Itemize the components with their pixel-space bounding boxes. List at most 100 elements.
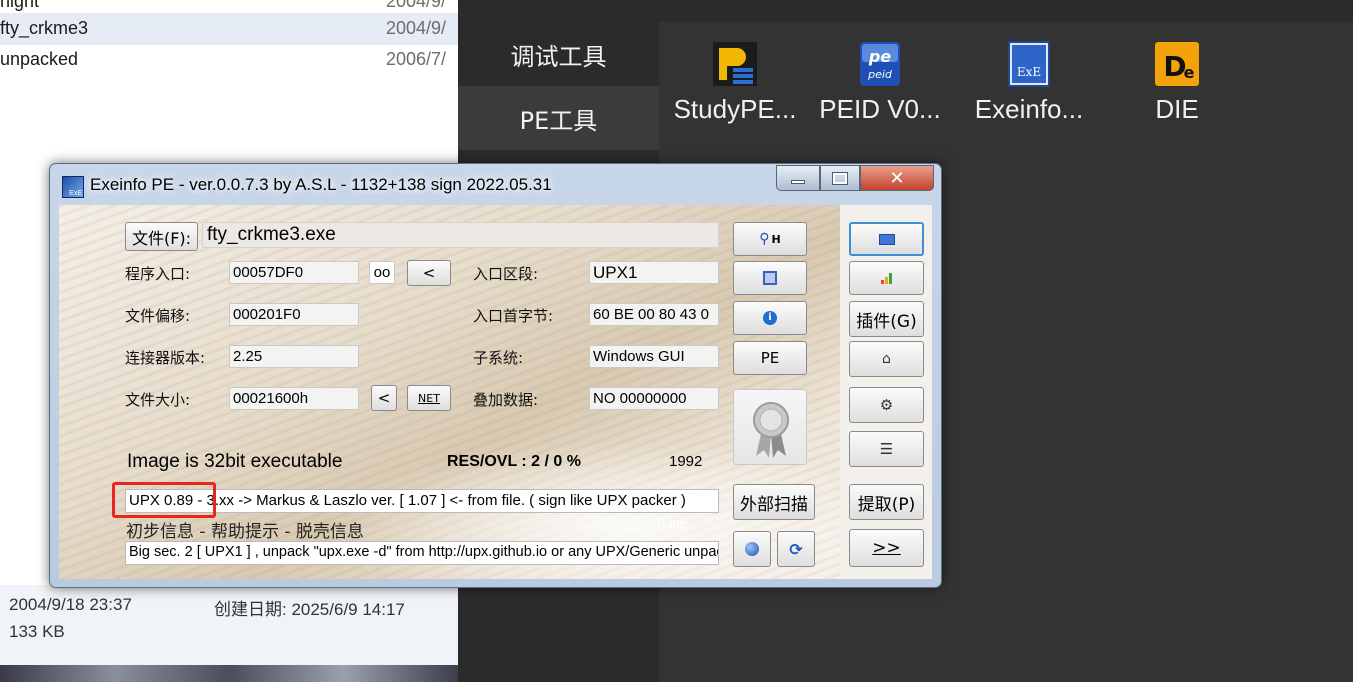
nav-item-pe-tools[interactable]: PE工具: [458, 86, 659, 150]
oo-field[interactable]: oo: [369, 261, 395, 284]
settings-button[interactable]: ⚙: [849, 387, 924, 423]
file-offset-label: 文件偏移:: [125, 307, 191, 325]
plugins-button[interactable]: 插件(G): [849, 301, 924, 337]
created-date: 创建日期: 2025/6/9 14:17: [214, 600, 405, 619]
file-open-button[interactable]: 文件(F):: [125, 222, 198, 251]
overlay-label: 叠加数据:: [473, 391, 539, 409]
tool-label: Exeinfo...: [974, 94, 1084, 124]
ep-section-field[interactable]: UPX1: [589, 261, 719, 284]
entry-point-label: 程序入口:: [125, 265, 191, 283]
refresh-button[interactable]: ⟳: [777, 531, 815, 567]
file-name: unpacked: [0, 49, 79, 69]
red-highlight-annotation: [112, 482, 216, 518]
tool-label: DIE: [1155, 94, 1199, 124]
first-bytes-field[interactable]: 60 BE 00 80 43 0: [589, 303, 719, 326]
entry-point-field[interactable]: 00057DF0: [229, 261, 359, 284]
tool-die[interactable]: D e DIE: [1107, 40, 1247, 140]
tool-exeinfo[interactable]: ExE Exeinfo...: [959, 40, 1099, 140]
info-button[interactable]: i: [733, 301, 807, 335]
ep-section-label: 入口区段:: [473, 265, 539, 283]
tool-label: StudyPE...: [673, 94, 797, 124]
nav-item-debug-tools[interactable]: 调试工具: [458, 22, 659, 86]
file-offset-field[interactable]: 000201F0: [229, 303, 359, 326]
tool-label: PEID V0...: [819, 94, 941, 124]
tool-studype[interactable]: StudyPE...: [665, 40, 805, 140]
open-file-button[interactable]: [849, 222, 924, 256]
peid-icon: pe peid: [860, 42, 900, 86]
details-bar: 2004/9/18 23:37 创建日期: 2025/6/9 14:17 133…: [0, 585, 458, 665]
file-row[interactable]: unpacked 2006/7/: [0, 44, 458, 76]
close-button[interactable]: ✕: [860, 165, 934, 191]
maximize-button[interactable]: [820, 165, 860, 191]
menu-button[interactable]: ☰: [849, 431, 924, 467]
statistics-button[interactable]: [849, 261, 924, 295]
search-button[interactable]: ⚲ H: [733, 222, 807, 256]
wallpaper-strip: [0, 665, 458, 682]
exeinfo-icon: ExE: [1008, 41, 1050, 87]
minimize-button[interactable]: [776, 165, 820, 191]
svg-text:e: e: [1184, 63, 1195, 82]
svg-text:pe: pe: [868, 47, 891, 66]
home-button[interactable]: ⌂: [849, 341, 924, 377]
award-ribbon-badge: [733, 389, 807, 465]
gear-icon: ⚙: [879, 396, 894, 414]
file-size-prev-button[interactable]: <: [371, 385, 397, 411]
subsystem-label: 子系统:: [473, 349, 524, 367]
svg-text:peid: peid: [867, 68, 893, 81]
file-name: night: [0, 0, 40, 11]
info-icon: i: [763, 311, 777, 325]
close-icon: ✕: [889, 167, 905, 189]
exeinfo-window: ExE Exeinfo PE - ver.0.0.7.3 by A.S.L - …: [49, 163, 942, 588]
maximize-icon: [832, 171, 848, 185]
launcher-top-bar: [458, 0, 1353, 22]
globe-icon: [745, 542, 759, 556]
studype-icon: [713, 42, 757, 86]
tool-peid[interactable]: pe peid PEID V0...: [810, 40, 950, 140]
web-button[interactable]: [733, 531, 771, 567]
window-title: Exeinfo PE - ver.0.0.7.3 by A.S.L - 1132…: [90, 175, 552, 194]
file-date: 2006/7/: [386, 49, 447, 69]
refresh-icon: ⟳: [789, 539, 803, 559]
ribbon-icon: [753, 402, 789, 458]
file-name: fty_crkme3: [0, 18, 89, 38]
search-button-label: H: [771, 232, 781, 246]
linker-version-label: 连接器版本:: [125, 349, 206, 367]
year-value: 1992: [669, 453, 703, 470]
file-date: 2004/9/: [386, 0, 447, 11]
file-size: 133 KB: [9, 622, 65, 641]
list-icon: ☰: [879, 440, 894, 458]
exeinfo-app-icon: ExE: [62, 176, 84, 198]
file-size-field[interactable]: 00021600h: [229, 387, 359, 410]
sections-icon: [763, 271, 777, 285]
entry-point-prev-button[interactable]: <: [407, 260, 451, 286]
bar-chart-icon: [881, 272, 892, 284]
file-path-field[interactable]: fty_crkme3.exe: [202, 222, 719, 248]
net-button[interactable]: NET: [407, 385, 451, 411]
overlay-field[interactable]: NO 00000000: [589, 387, 719, 410]
title-bar[interactable]: ExE Exeinfo PE - ver.0.0.7.3 by A.S.L - …: [50, 164, 941, 204]
status-text: Image is 32bit executable: [127, 451, 343, 472]
scan-time-text: 0 ms.: [658, 516, 690, 531]
res-ovl-value: RES/OVL : 2 / 0 %: [447, 453, 581, 470]
minimize-icon: [791, 180, 805, 184]
first-bytes-label: 入口首字节:: [473, 307, 554, 325]
pe-button[interactable]: PE: [733, 341, 807, 375]
home-icon: ⌂: [882, 351, 891, 367]
unpack-hint-field[interactable]: Big sec. 2 [ UPX1 ] , unpack "upx.exe -d…: [125, 541, 719, 565]
external-scan-button[interactable]: 外部扫描: [733, 484, 815, 520]
subsystem-field[interactable]: Windows GUI: [589, 345, 719, 368]
exeinfo-client-area: 文件(F): fty_crkme3.exe 程序入口: 00057DF0 oo …: [59, 205, 932, 579]
file-date: 2004/9/: [386, 18, 447, 38]
magnifier-icon: ⚲: [759, 231, 770, 247]
linker-version-field[interactable]: 2.25: [229, 345, 359, 368]
info-help-unpack-label: 初步信息 - 帮助提示 - 脱壳信息: [126, 522, 364, 542]
file-row-selected[interactable]: fty_crkme3 2004/9/: [0, 13, 458, 45]
modified-date: 2004/9/18 23:37: [9, 595, 132, 614]
section-viewer-button[interactable]: [733, 261, 807, 295]
next-button[interactable]: >>: [849, 529, 924, 567]
extract-button[interactable]: 提取(P): [849, 484, 924, 520]
die-icon: D e: [1155, 42, 1199, 86]
folder-icon: [878, 233, 895, 245]
file-size-label: 文件大小:: [125, 391, 191, 409]
svg-text:ExE: ExE: [1017, 65, 1041, 79]
